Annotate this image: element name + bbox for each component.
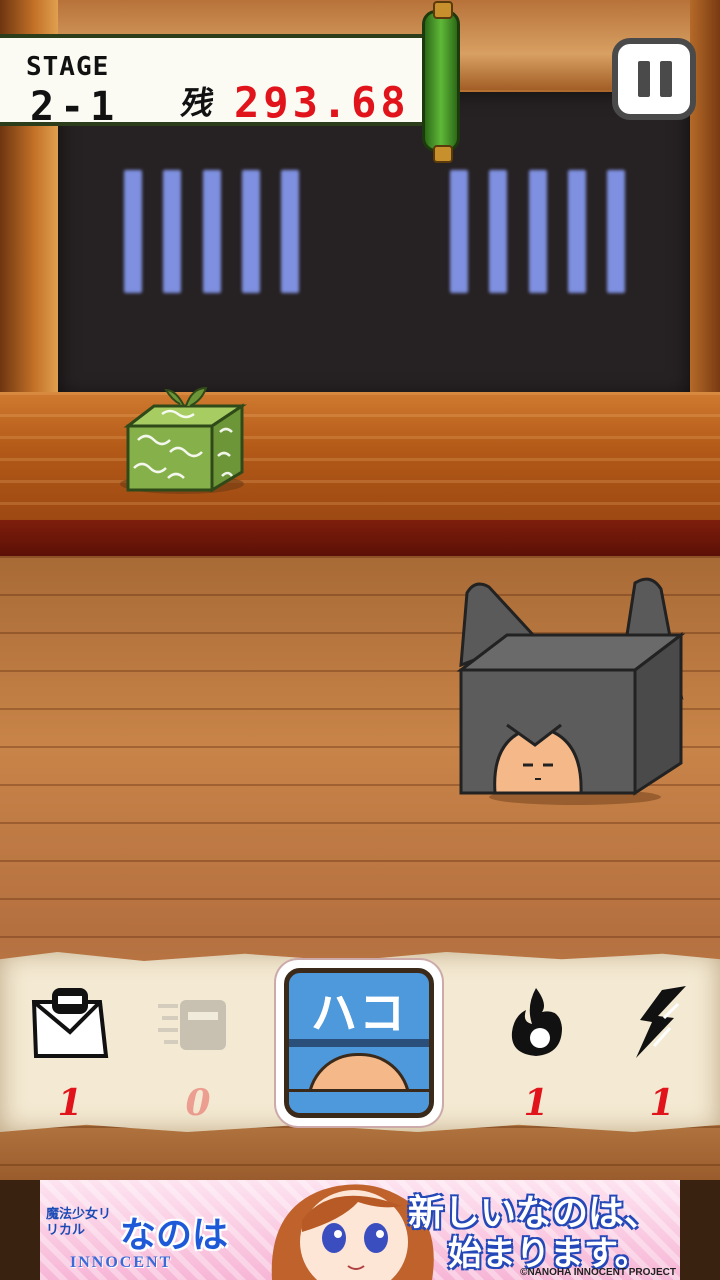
item-bar: 1 0 ハコ 1 1 — [0, 952, 720, 1132]
distance-label: 残 — [178, 84, 218, 122]
pause-icon-bar — [660, 61, 672, 97]
ninja-envelope-icon — [31, 988, 109, 1058]
barred-window-right — [450, 170, 625, 293]
wrapped-gift-box — [120, 386, 247, 494]
item-lightning[interactable]: 1 — [612, 972, 712, 1124]
banner-logo-sub: INNOCENT — [70, 1254, 173, 1271]
lightning-icon — [636, 986, 686, 1058]
ad-banner[interactable]: 魔法少女リリカル なのは INNOCENT 新しいなのは、 始まります。 ©NA… — [40, 1180, 680, 1280]
ninja-dash-icon — [158, 1000, 226, 1050]
stage-scroll: STAGE 2-1 残 293.68 — [0, 1, 460, 163]
box-stripe — [289, 1039, 429, 1047]
distance-value: 293.68 — [234, 78, 410, 127]
item-fire[interactable]: 1 — [486, 972, 586, 1124]
banner-logo: なのは — [120, 1214, 229, 1255]
pause-icon — [638, 61, 650, 97]
stage-floor — [0, 392, 720, 532]
scroll-paper: STAGE 2-1 残 293.68 — [0, 34, 428, 130]
box-bottom — [289, 1089, 429, 1113]
item-box-label: ハコ — [311, 986, 407, 1040]
cat-box-ninja — [456, 577, 686, 805]
item-count: 1 — [523, 1082, 549, 1124]
item-count: 1 — [57, 1082, 83, 1124]
pause-button[interactable] — [612, 38, 696, 120]
fire-icon — [511, 988, 562, 1056]
stage-number: 2-1 — [30, 84, 121, 130]
box-disguise-icon: ハコ — [284, 968, 434, 1118]
banner-copyright: ©NANOHA INNOCENT PROJECT — [520, 1267, 676, 1278]
item-count: 0 — [185, 1082, 211, 1124]
item-ninja-envelope[interactable]: 1 — [20, 972, 120, 1124]
item-count: 1 — [649, 1082, 675, 1124]
barred-window-left — [124, 170, 299, 293]
stage-edge — [0, 520, 720, 558]
item-box-disguise[interactable]: ハコ — [276, 960, 442, 1126]
item-ninja-dash[interactable]: 0 — [148, 972, 248, 1124]
banner-subtitle: 魔法少女リリカル — [46, 1206, 112, 1237]
stage-label: STAGE — [26, 52, 110, 82]
scroll-rod — [422, 1, 460, 163]
